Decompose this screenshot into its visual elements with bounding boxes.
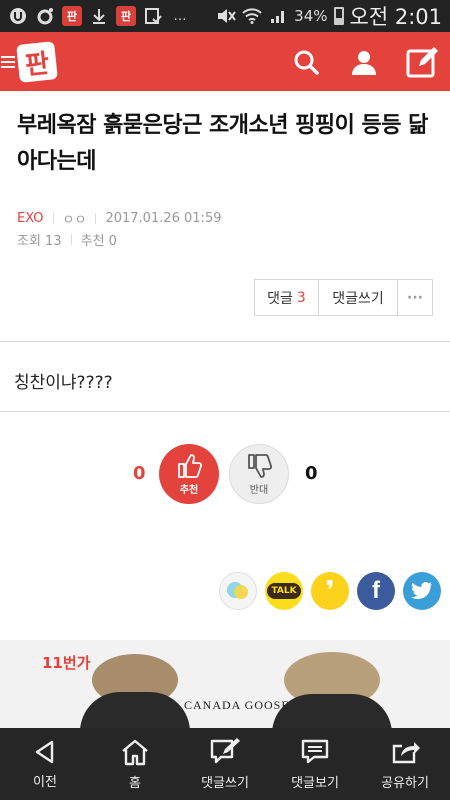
comments-label: 댓글 xyxy=(267,290,293,307)
user-icon xyxy=(352,50,376,75)
nav-write-comment[interactable]: 댓글쓰기 xyxy=(180,728,270,800)
profile-button[interactable] xyxy=(348,46,380,78)
share-icon xyxy=(392,741,420,763)
divider xyxy=(95,213,97,224)
write-comment-icon xyxy=(210,737,240,763)
pann-logo[interactable]: 판 xyxy=(16,40,58,83)
facebook-icon: f xyxy=(372,577,380,604)
kakao-talk-share[interactable]: TALK xyxy=(265,572,303,610)
share-row: TALK ❜ f xyxy=(219,572,441,610)
app-header: 판 xyxy=(0,32,450,91)
search-icon xyxy=(294,50,319,75)
divider xyxy=(70,234,72,245)
clock: 오전 2:01 xyxy=(349,5,442,29)
twitter-share[interactable] xyxy=(403,572,441,610)
wifi-icon xyxy=(242,6,262,26)
nav-label: 공유하기 xyxy=(381,775,429,791)
oppose-label: 반대 xyxy=(249,484,269,496)
thumbs-down-icon xyxy=(248,453,272,478)
kakao-talk-icon: TALK xyxy=(267,583,301,599)
divider xyxy=(52,213,54,224)
more-button[interactable]: ··· xyxy=(398,280,432,315)
bottom-nav: 이전 홈 댓글쓰기 댓글보기 공유하기 xyxy=(0,728,450,800)
nav-view-comments[interactable]: 댓글보기 xyxy=(270,728,360,800)
download-icon xyxy=(89,6,109,26)
oppose-count: 0 xyxy=(305,463,318,484)
kakao-story-icon xyxy=(227,582,248,599)
pann-notification-icon-2: 판 xyxy=(116,6,136,26)
jacket-right xyxy=(272,694,392,728)
battery-icon xyxy=(333,7,344,25)
kakao-page-share[interactable]: ❜ xyxy=(311,572,349,610)
status-bar: 판 판 … 34% 오전 2:01 xyxy=(0,0,450,32)
post-author: ㅇㅇ xyxy=(62,213,87,228)
recommend-count: 0 xyxy=(133,463,146,484)
ad-banner[interactable]: 11번가 CANADA GOOSE xyxy=(0,640,450,728)
checklist-icon xyxy=(143,6,163,26)
jacket-left xyxy=(80,692,190,728)
post-views: 조회 13 xyxy=(17,234,62,249)
facebook-share[interactable]: f xyxy=(357,572,395,610)
post-meta: EXO ㅇㅇ 2017.01.26 01:59 xyxy=(17,209,221,228)
ad-badge: 11번가 xyxy=(42,654,91,672)
view-comments-icon xyxy=(301,739,329,763)
mute-icon xyxy=(216,6,236,26)
write-post-button[interactable] xyxy=(406,46,438,78)
pann-notification-icon: 판 xyxy=(62,6,82,26)
nav-home[interactable]: 홈 xyxy=(90,728,180,800)
nav-share[interactable]: 공유하기 xyxy=(360,728,450,800)
comments-count: 3 xyxy=(296,289,306,306)
nav-label: 댓글쓰기 xyxy=(201,775,249,791)
divider xyxy=(0,341,450,342)
nav-label: 이전 xyxy=(33,774,57,790)
more-dots-icon: … xyxy=(173,8,187,24)
divider xyxy=(0,411,450,412)
search-button[interactable] xyxy=(290,46,322,78)
comments-button[interactable]: 댓글 3 xyxy=(255,280,319,315)
signal-icon xyxy=(268,6,288,26)
app-u-icon xyxy=(8,6,28,26)
recommend-label: 추천 xyxy=(179,484,199,496)
thumbs-up-icon xyxy=(178,453,202,478)
nav-label: 홈 xyxy=(129,775,141,791)
ad-brand: CANADA GOOSE xyxy=(184,698,290,712)
post-body: 칭찬이냐???? xyxy=(14,373,113,393)
twitter-icon xyxy=(411,582,432,600)
write-icon xyxy=(406,46,438,77)
write-comment-button[interactable]: 댓글쓰기 xyxy=(319,280,398,315)
oppose-button[interactable]: 반대 xyxy=(229,444,289,504)
circle-app-icon xyxy=(35,6,55,26)
nav-label: 댓글보기 xyxy=(291,775,339,791)
kakao-page-icon: ❜ xyxy=(325,576,335,606)
post-date: 2017.01.26 01:59 xyxy=(105,211,222,226)
post-stats: 조회 13 추천 0 xyxy=(17,230,117,249)
menu-icon[interactable] xyxy=(1,55,15,68)
nav-back[interactable]: 이전 xyxy=(0,728,90,800)
kakao-story-share[interactable] xyxy=(219,572,257,610)
write-comment-label: 댓글쓰기 xyxy=(332,290,384,307)
recommend-button[interactable]: 추천 xyxy=(159,444,219,504)
post-title: 부레옥잠 흙묻은당근 조개소년 핑핑이 등등 닮아다는데 xyxy=(17,113,428,174)
back-icon xyxy=(35,740,54,763)
post-category[interactable]: EXO xyxy=(17,211,44,226)
comment-toolbar: 댓글 3 댓글쓰기 ··· xyxy=(254,279,433,316)
home-icon xyxy=(122,739,148,765)
post-recommends: 추천 0 xyxy=(80,234,117,249)
battery-percent: 34% xyxy=(294,7,328,25)
